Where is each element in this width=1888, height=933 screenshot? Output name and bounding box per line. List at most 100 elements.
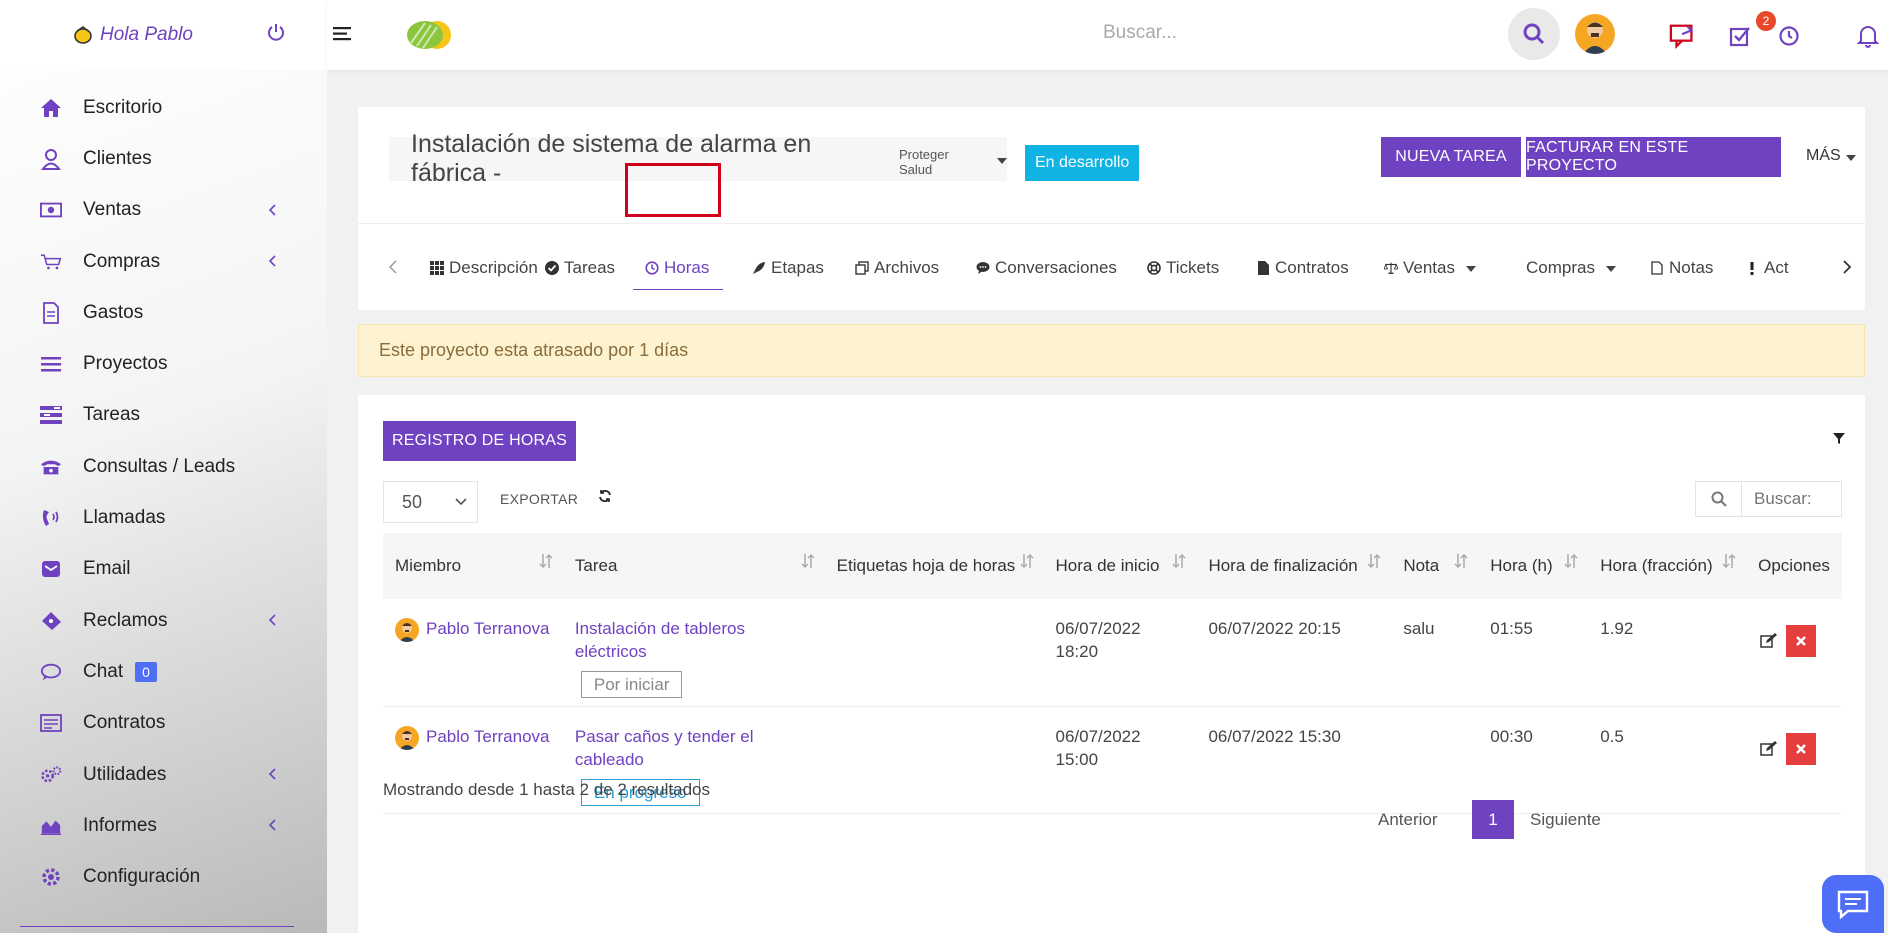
column-header-hora-de-inicio[interactable]: Hora de inicio <box>1044 533 1197 599</box>
tab-act[interactable]: Act <box>1745 224 1789 311</box>
cell-hours: 00:30 <box>1490 726 1533 746</box>
filter-icon[interactable] <box>1832 431 1846 445</box>
delete-button[interactable] <box>1786 625 1817 657</box>
sidebar-item-compras[interactable]: Compras <box>0 236 327 287</box>
logo-mark-icon <box>74 26 92 44</box>
notifications-button[interactable] <box>1854 22 1882 50</box>
tab-tickets[interactable]: Tickets <box>1147 224 1219 311</box>
task-link[interactable]: Instalación de tableros eléctricos <box>575 617 813 663</box>
tab-label: Compras <box>1526 257 1595 277</box>
sidebar-item-label: Informes <box>83 814 157 836</box>
menu-toggle-icon[interactable] <box>333 26 353 42</box>
column-label: Hora (h) <box>1490 556 1553 575</box>
sidebar-item-clientes[interactable]: Clientes <box>0 133 327 184</box>
tasks-button[interactable] <box>1726 22 1754 50</box>
tab-etapas[interactable]: Etapas <box>752 224 824 311</box>
chevron-left-icon <box>268 768 276 780</box>
new-task-button[interactable]: NUEVA TAREA <box>1381 137 1521 177</box>
column-header-hora-de-finalizacion[interactable]: Hora de finalización <box>1196 533 1391 599</box>
pagination-page-1[interactable]: 1 <box>1472 800 1514 839</box>
sidebar-item-gastos[interactable]: Gastos <box>0 287 327 338</box>
column-header-hora-fraccion[interactable]: Hora (fracción) <box>1588 533 1746 599</box>
column-header-nota[interactable]: Nota <box>1391 533 1478 599</box>
clock-button[interactable] <box>1775 22 1803 50</box>
chevron-left-icon <box>268 819 276 831</box>
money-icon <box>40 199 62 221</box>
column-header-miembro[interactable]: Miembro <box>383 533 563 599</box>
member-link[interactable]: Pablo Terranova <box>395 725 551 750</box>
brand-logo[interactable] <box>403 13 457 53</box>
sidebar-item-chat[interactable]: Chat 0 <box>0 646 327 697</box>
column-header-tarea[interactable]: Tarea <box>563 533 825 599</box>
sidebar-item-reclamos[interactable]: Reclamos <box>0 595 327 646</box>
tab-archivos[interactable]: Archivos <box>855 224 939 311</box>
edit-icon[interactable] <box>1758 739 1778 759</box>
search-button[interactable] <box>1508 8 1560 60</box>
sidebar-item-ventas[interactable]: Ventas <box>0 185 327 236</box>
rocket-icon <box>752 261 766 275</box>
sidebar-item-llamadas[interactable]: Llamadas <box>0 492 327 543</box>
pagination-next[interactable]: Siguiente <box>1530 810 1601 830</box>
column-label: Etiquetas hoja de horas <box>836 556 1016 575</box>
tab-contratos[interactable]: Contratos <box>1256 224 1349 311</box>
user-greeting[interactable]: Hola Pablo <box>72 24 193 46</box>
tab-tareas[interactable]: Tareas <box>545 224 615 311</box>
edit-icon[interactable] <box>1758 631 1778 651</box>
sidebar-item-informes[interactable]: Informes <box>0 800 327 851</box>
project-status-badge[interactable]: En desarrollo <box>1025 145 1140 181</box>
page-size-value: 50 <box>402 491 423 512</box>
tab-conversaciones[interactable]: Conversaciones <box>976 224 1117 311</box>
tab-descripcion[interactable]: Descripción <box>430 224 538 311</box>
sidebar-item-configuracion[interactable]: Configuración <box>0 851 327 902</box>
pagination-prev[interactable]: Anterior <box>1378 810 1438 830</box>
user-avatar[interactable] <box>1575 14 1615 54</box>
sidebar-item-proyectos[interactable]: Proyectos <box>0 338 327 389</box>
tab-compras[interactable]: Compras <box>1507 224 1616 311</box>
tab-notas[interactable]: Notas <box>1650 224 1713 311</box>
clock-icon <box>645 260 659 275</box>
tabs-scroll-right-icon[interactable] <box>1842 259 1852 275</box>
cell-start: 06/07/2022 15:00 <box>1055 726 1141 769</box>
sidebar-item-contratos[interactable]: Contratos <box>0 698 327 749</box>
export-button[interactable]: EXPORTAR <box>500 491 578 507</box>
column-header-hora-h[interactable]: Hora (h) <box>1478 533 1588 599</box>
project-header: Instalación de sistema de alarma en fábr… <box>358 107 1865 223</box>
chat-widget-button[interactable] <box>1822 875 1884 933</box>
global-search-input[interactable]: Buscar... <box>1103 22 1177 44</box>
main-content: Instalación de sistema de alarma en fábr… <box>327 70 1888 933</box>
sidebar-item-escritorio[interactable]: Escritorio <box>0 82 327 133</box>
cell-task: Instalación de tableros eléctricos Por i… <box>563 599 825 706</box>
sidebar-item-consultas-leads[interactable]: Consultas / Leads <box>0 441 327 492</box>
table-search-input[interactable] <box>1742 482 1841 516</box>
refresh-icon[interactable] <box>598 489 612 503</box>
member-avatar <box>395 725 419 750</box>
power-icon[interactable] <box>266 22 286 42</box>
avatar-icon <box>1583 22 1607 54</box>
more-dropdown[interactable]: MÁS <box>1806 147 1856 165</box>
sidebar-menu: Escritorio Clientes Ventas Compras Gasto… <box>0 82 327 903</box>
chevron-down-icon <box>455 498 467 506</box>
clock-icon <box>1779 26 1799 46</box>
tab-horas[interactable]: Horas <box>632 224 724 311</box>
chat-alert-button[interactable] <box>1669 22 1697 50</box>
page-size-select[interactable]: 50 <box>383 481 478 523</box>
tabs-scroll-left-icon[interactable] <box>388 259 398 275</box>
member-link[interactable]: Pablo Terranova <box>395 617 551 642</box>
sidebar-item-utilidades[interactable]: Utilidades <box>0 749 327 800</box>
sidebar-item-tareas[interactable]: Tareas <box>0 390 327 441</box>
sort-icon <box>801 553 815 569</box>
invoice-project-button[interactable]: FACTURAR EN ESTE PROYECTO <box>1526 137 1781 177</box>
register-hours-button[interactable]: REGISTRO DE HORAS <box>383 421 576 461</box>
task-link[interactable]: Pasar caños y tender el cableado <box>575 725 813 771</box>
topbar: Buscar... 2 <box>327 0 1888 70</box>
search-icon <box>1523 23 1545 45</box>
sidebar-item-email[interactable]: Email <box>0 544 327 595</box>
sidebar-item-label: Consultas / Leads <box>83 455 236 477</box>
sidebar-item-label: Email <box>83 558 131 580</box>
delete-button[interactable] <box>1786 732 1817 765</box>
sort-icon <box>1367 553 1381 569</box>
cell-options <box>1746 599 1842 706</box>
tab-label: Tickets <box>1166 257 1220 277</box>
tab-ventas[interactable]: Ventas <box>1384 224 1476 311</box>
column-header-etiquetas-hoja-de-horas[interactable]: Etiquetas hoja de horas <box>825 533 1044 599</box>
